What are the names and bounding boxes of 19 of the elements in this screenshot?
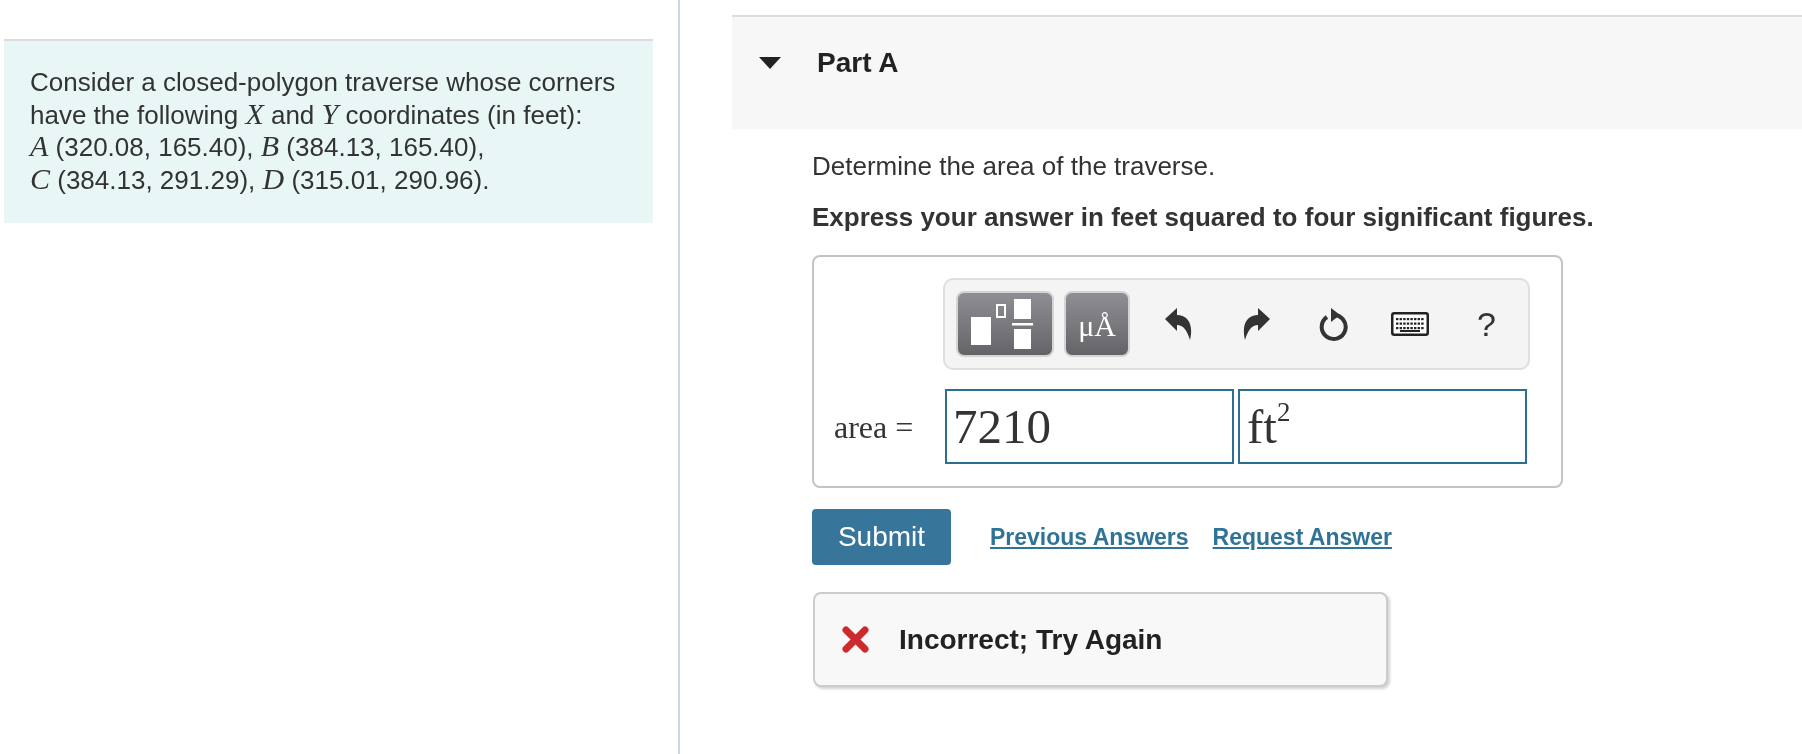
submit-button[interactable]: Submit bbox=[812, 509, 951, 565]
area-label: area = bbox=[834, 408, 915, 445]
help-button[interactable]: ? bbox=[1477, 306, 1496, 342]
question-text: Determine the area of the traverse. bbox=[812, 150, 1217, 182]
caret-icon[interactable] bbox=[759, 57, 781, 69]
keyboard-icon[interactable] bbox=[1390, 312, 1429, 336]
units-field[interactable]: ft$^{2}$ bbox=[1238, 389, 1527, 464]
undo-icon[interactable] bbox=[1164, 308, 1193, 340]
request-answer-link[interactable]: Request Answer bbox=[1212, 523, 1392, 551]
problem-text: Consider a closed-polygon traverse whose corners have the following X and Y coordinates (in feet): A (320.08, 165.40), B (384.13, 165.40), C (384.13, 291.29), D (315.01, 290.96). bbox=[30, 66, 617, 196]
units-button[interactable]: μÅ bbox=[1064, 291, 1130, 357]
redo-icon[interactable] bbox=[1241, 308, 1270, 340]
templates-button[interactable] bbox=[956, 291, 1054, 357]
part-title: Part A bbox=[817, 47, 899, 79]
instruction-text: Express your answer in feet squared to four significant figures. bbox=[812, 201, 1595, 233]
feedback-message: Incorrect; Try Again bbox=[899, 623, 1163, 656]
exponent-fraction-icon bbox=[971, 299, 1033, 349]
answer-field[interactable]: 7210 bbox=[945, 389, 1234, 464]
previous-answers-link[interactable]: Previous Answers bbox=[990, 523, 1189, 551]
